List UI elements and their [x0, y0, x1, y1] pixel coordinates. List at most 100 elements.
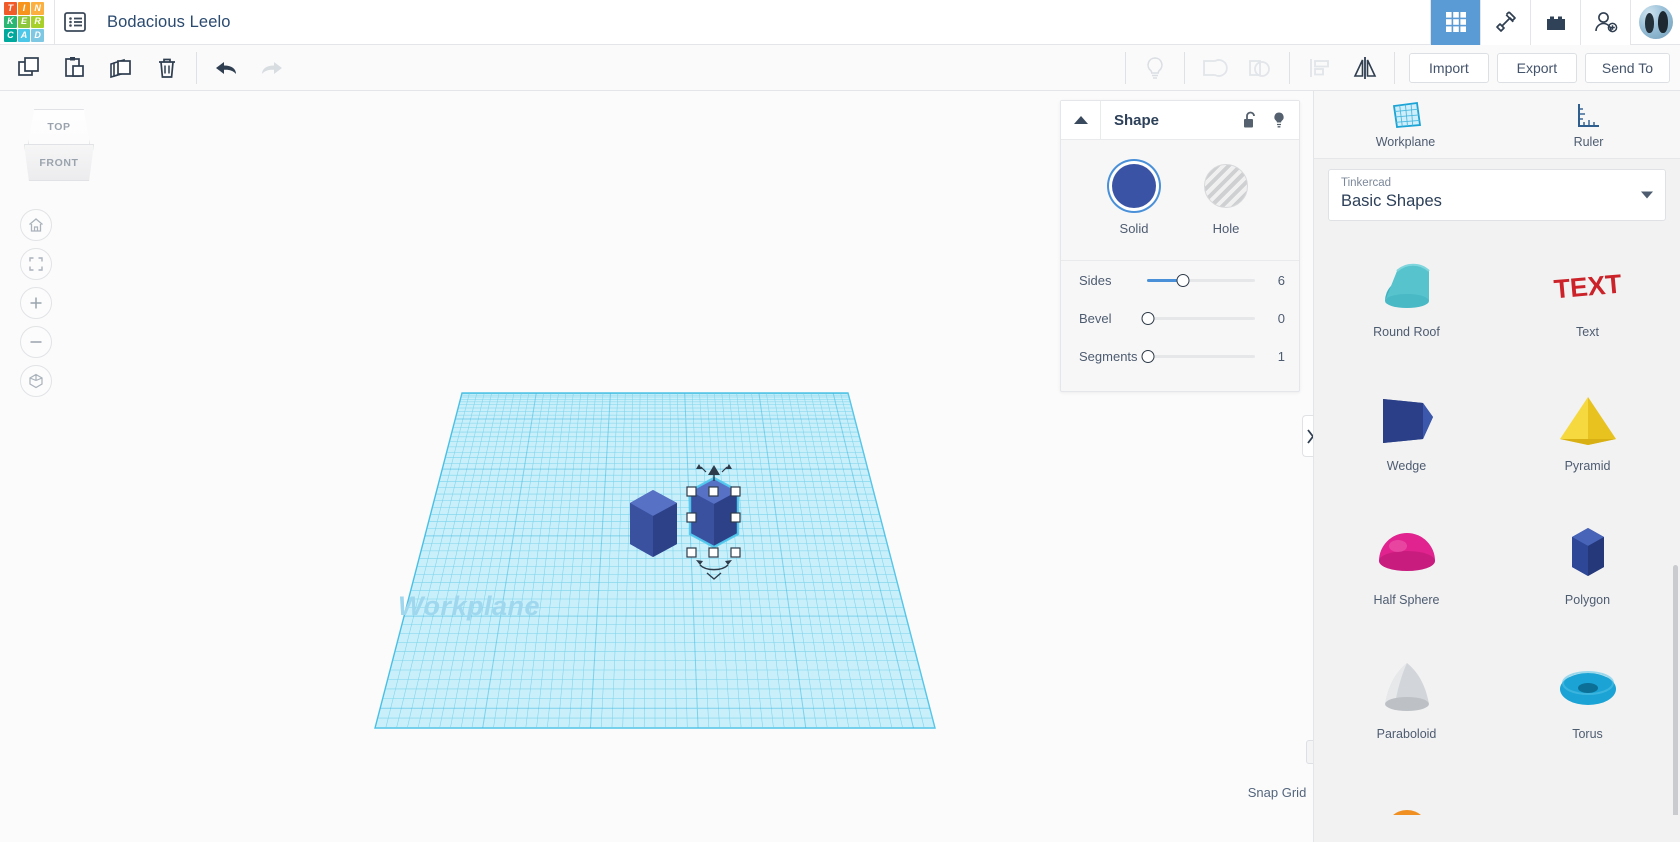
ortho-perspective-button[interactable]	[20, 365, 52, 397]
view-cube-top[interactable]: TOP	[28, 109, 90, 145]
cube-icon	[29, 373, 43, 389]
toolbar-separator	[196, 51, 197, 84]
shape-half-sphere[interactable]: Half Sphere	[1316, 507, 1497, 639]
view-cube-front[interactable]: FRONT	[24, 144, 94, 181]
shape-partial-row-left[interactable]	[1316, 775, 1497, 815]
toolbar-history-group	[203, 45, 295, 91]
segments-slider-label: Segments	[1079, 348, 1138, 364]
hole-swatch-label: Hole	[1212, 221, 1240, 236]
ruler-tool[interactable]: Ruler	[1497, 91, 1680, 158]
shape-label: Round Roof	[1373, 325, 1440, 339]
undo-icon[interactable]	[203, 45, 249, 91]
hole-swatch[interactable]: Hole	[1204, 164, 1248, 236]
mirror-icon[interactable]	[1342, 45, 1388, 91]
segments-slider-track	[1147, 354, 1255, 358]
page-title: Bodacious Leelo	[107, 12, 231, 31]
plus-icon	[30, 297, 42, 309]
shape-thumbnail	[1552, 521, 1624, 587]
paste-icon[interactable]	[52, 45, 98, 91]
segments-slider-value[interactable]: 1	[1255, 349, 1285, 364]
solid-swatch-label: Solid	[1119, 221, 1149, 236]
unlock-icon[interactable]	[1243, 111, 1258, 129]
sidebar-scrollbar[interactable]	[1673, 565, 1678, 815]
zoom-out-button[interactable]	[20, 326, 52, 358]
shape-wedge[interactable]: Wedge	[1316, 373, 1497, 505]
shape-label: Text	[1576, 325, 1599, 339]
workplane-tool[interactable]: Workplane	[1314, 91, 1497, 158]
sides-slider-knob[interactable]	[1176, 273, 1190, 287]
duplicate-icon[interactable]	[98, 45, 144, 91]
delete-icon[interactable]	[144, 45, 190, 91]
brick-icon[interactable]	[1530, 0, 1580, 45]
sides-slider-value[interactable]: 6	[1255, 273, 1285, 288]
grid-icon[interactable]	[1430, 0, 1480, 45]
segments-slider[interactable]	[1141, 349, 1255, 363]
bevel-slider-track	[1147, 316, 1255, 320]
shape-panel-body: Solid Hole Sides 6 Bevel 0 Segments 1	[1061, 140, 1299, 391]
hammer-icon[interactable]	[1480, 0, 1530, 45]
ruler-tool-label: Ruler	[1573, 135, 1604, 149]
toolbar-separator-group	[1183, 51, 1185, 84]
bevel-slider[interactable]	[1141, 311, 1255, 325]
shape-round-roof[interactable]: Round Roof	[1316, 239, 1497, 371]
ungroup-icon[interactable]	[1237, 45, 1283, 91]
logo-tile-k: K	[4, 15, 17, 29]
sides-slider-row: Sides 6	[1061, 261, 1299, 299]
export-button[interactable]: Export	[1496, 52, 1577, 83]
sides-slider[interactable]	[1147, 273, 1255, 287]
top-header: TIN KER CAD Bodacious Leelo	[0, 0, 1680, 45]
logo-tile-i: I	[17, 2, 31, 15]
fit-to-view-button[interactable]	[20, 248, 52, 280]
group-icon[interactable]	[1191, 45, 1237, 91]
home-view-button[interactable]	[20, 209, 52, 241]
logo-tile-r: R	[31, 15, 44, 29]
shape-label: Pyramid	[1564, 459, 1611, 473]
header-actions	[1430, 0, 1680, 45]
svg-text:TEXT: TEXT	[1552, 269, 1622, 305]
view-cube[interactable]: TOP FRONT	[24, 109, 94, 181]
lightbulb-icon[interactable]	[1132, 45, 1178, 91]
shape-paraboloid[interactable]: Paraboloid	[1316, 641, 1497, 773]
panel-collapse-button[interactable]	[1061, 100, 1101, 140]
chevron-down-icon	[1641, 191, 1653, 199]
logo-tile-t: T	[4, 2, 17, 15]
logo-tile-a: A	[17, 29, 31, 42]
shape-library-select[interactable]: Tinkercad Basic Shapes	[1328, 169, 1666, 221]
hexagonal-prism-left	[630, 490, 677, 557]
document-list-icon[interactable]	[55, 0, 95, 45]
shape-thumbnail: TEXT	[1552, 253, 1624, 319]
user-avatar[interactable]	[1630, 0, 1680, 45]
shape-thumbnail	[1371, 253, 1443, 319]
toolbar-separator-align	[1288, 51, 1290, 84]
add-person-icon[interactable]	[1580, 0, 1630, 45]
send-to-button[interactable]: Send To	[1584, 52, 1670, 83]
segments-slider-knob[interactable]	[1141, 349, 1155, 363]
align-icon[interactable]	[1296, 45, 1342, 91]
shape-thumbnail	[1371, 789, 1443, 815]
shape-label: Polygon	[1564, 593, 1611, 607]
zoom-in-button[interactable]	[20, 287, 52, 319]
import-button[interactable]: Import	[1408, 52, 1489, 83]
shapes-sidebar: Workplane Ruler Tinkercad Basic Shapes R…	[1313, 91, 1680, 842]
shape-text[interactable]: TEXT Text	[1497, 239, 1678, 371]
shape-polygon[interactable]: Polygon	[1497, 507, 1678, 639]
lightbulb-icon[interactable]	[1272, 111, 1286, 129]
shape-label: Half Sphere	[1373, 593, 1440, 607]
snap-grid-label: Snap Grid	[1247, 785, 1307, 800]
tinkercad-logo[interactable]: TIN KER CAD	[4, 2, 44, 42]
bevel-slider-knob[interactable]	[1141, 311, 1155, 325]
shape-pyramid[interactable]: Pyramid	[1497, 373, 1678, 505]
bevel-slider-value[interactable]: 0	[1255, 311, 1285, 326]
shape-panel-title: Shape	[1114, 111, 1160, 129]
shape-inspector-panel: Shape Solid Hole Sides 6 Bevel 0 Segment…	[1060, 100, 1300, 392]
shape-library-select-wrap: Tinkercad Basic Shapes	[1314, 159, 1680, 229]
redo-icon[interactable]	[249, 45, 295, 91]
solid-swatch[interactable]: Solid	[1112, 164, 1156, 236]
copy-icon[interactable]	[6, 45, 52, 91]
logo-tile-c: C	[4, 29, 17, 42]
minus-icon	[30, 341, 42, 343]
shape-partial-row-right[interactable]	[1497, 775, 1678, 815]
workplane-tool-label: Workplane	[1375, 135, 1436, 149]
shape-torus[interactable]: Torus	[1497, 641, 1678, 773]
shape-thumbnail	[1552, 655, 1624, 721]
